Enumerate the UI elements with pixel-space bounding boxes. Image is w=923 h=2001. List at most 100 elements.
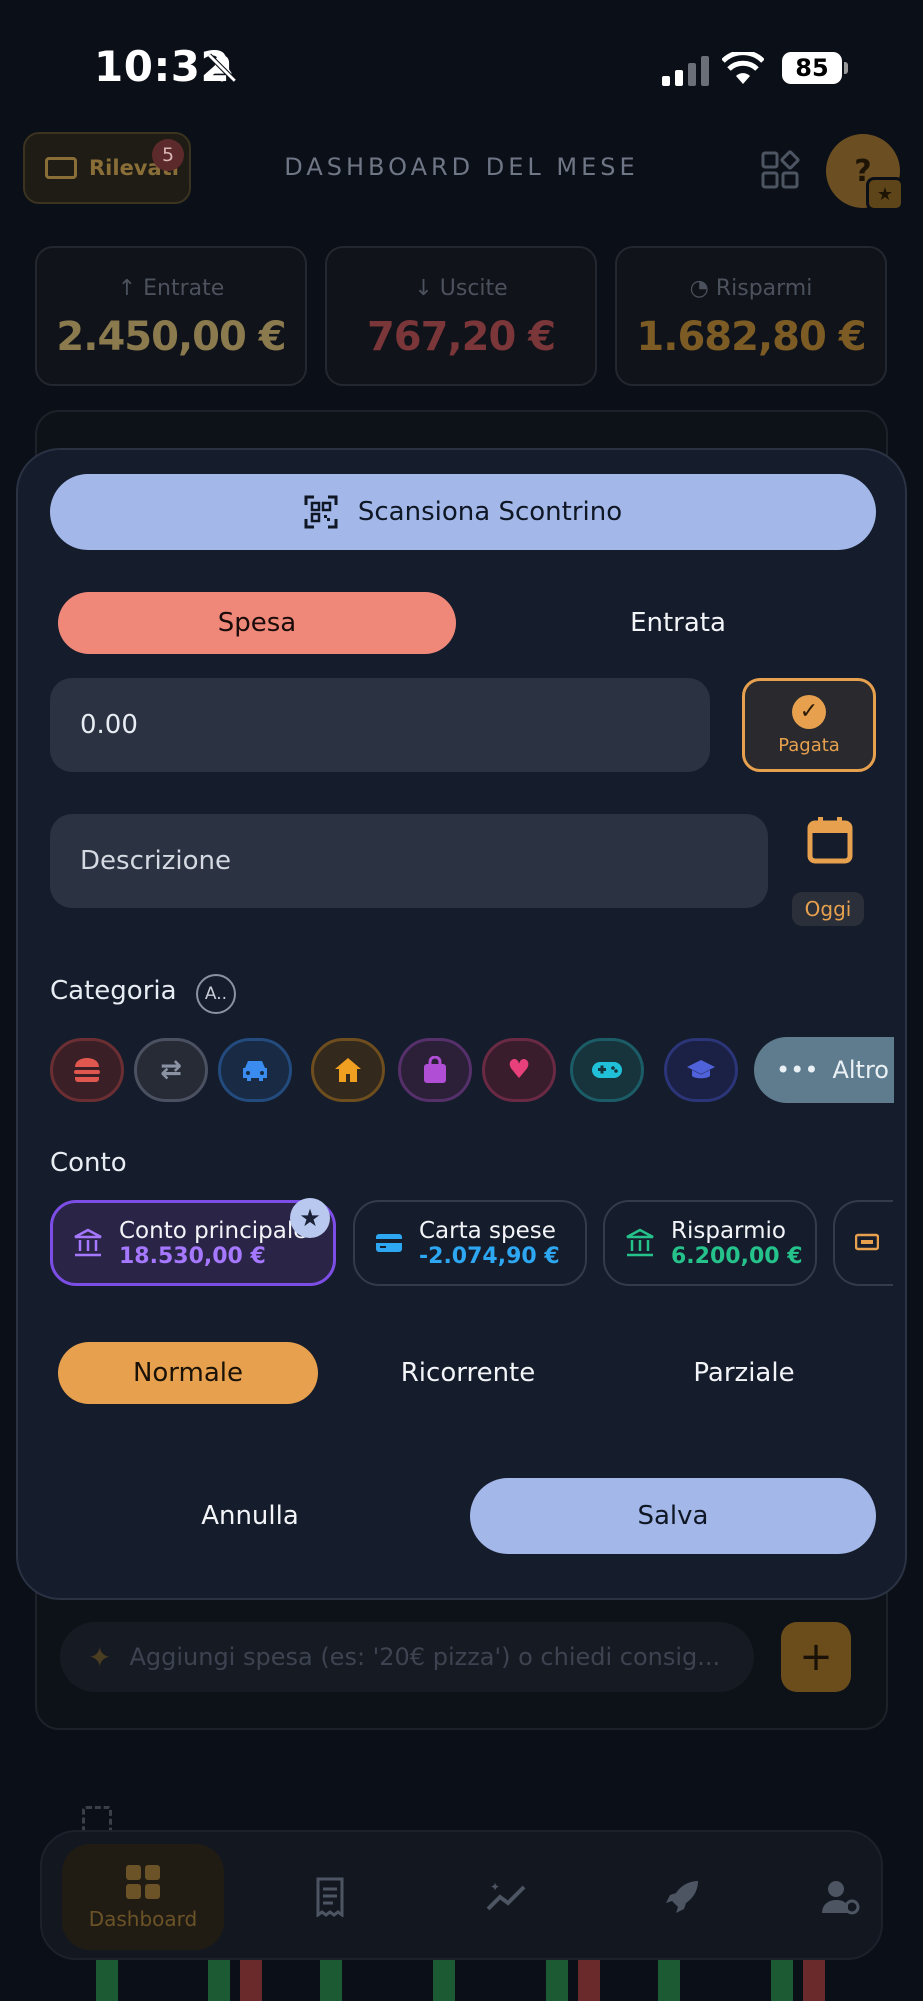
svg-text:✦: ✦	[490, 1880, 500, 1894]
status-bar: 10:32 85	[0, 0, 923, 130]
rocket-icon	[666, 1881, 698, 1913]
income-label: ↑ Entrate	[117, 276, 225, 301]
arrow-up-icon: ↑	[117, 276, 144, 301]
account-card-more[interactable]	[833, 1200, 893, 1286]
tab-expense[interactable]: Spesa	[58, 592, 456, 654]
magic-chart-icon: ✦	[486, 1880, 526, 1911]
qr-scan-icon	[304, 495, 338, 529]
expense-value: 767,20 €	[366, 314, 556, 360]
star-icon: ★	[866, 177, 904, 211]
add-transaction-modal: Scansiona Scontrino Spesa Entrata 0.00 ✓…	[16, 448, 907, 1600]
paid-toggle[interactable]: ✓ Pagata	[742, 678, 876, 772]
food-icon	[74, 1058, 100, 1082]
account-name: Carta spese	[419, 1217, 556, 1244]
user-settings-icon	[822, 1881, 860, 1915]
category-health[interactable]: ♥	[482, 1038, 556, 1102]
transfer-icon: ⇄	[160, 1055, 182, 1085]
mode-normal[interactable]: Normale	[58, 1342, 318, 1404]
card-icon	[376, 1234, 402, 1252]
nav-item-goals[interactable]	[642, 1832, 722, 1962]
description-input[interactable]: Descrizione	[50, 814, 768, 908]
dashboard-icon	[126, 1865, 160, 1899]
category-games[interactable]	[570, 1038, 644, 1102]
scan-receipt-label: Scansiona Scontrino	[357, 497, 623, 527]
favorite-star-icon: ★	[290, 1198, 330, 1238]
account-card-savings[interactable]: Risparmio 6.200,00 €	[603, 1200, 817, 1286]
savings-value: 1.682,80 €	[636, 314, 866, 360]
mode-partial[interactable]: Parziale	[614, 1342, 874, 1404]
add-expense-button[interactable]: +	[781, 1622, 851, 1692]
battery-indicator: 85	[782, 52, 848, 84]
nav-item-settings[interactable]	[812, 1832, 872, 1962]
scan-receipt-button[interactable]: Scansiona Scontrino	[50, 474, 876, 550]
category-transfer[interactable]: ⇄	[134, 1038, 208, 1102]
bank-icon	[626, 1228, 654, 1257]
account-balance: 18.530,00 €	[119, 1243, 266, 1269]
widgets-icon[interactable]	[760, 150, 800, 190]
category-car[interactable]	[218, 1038, 292, 1102]
category-shopping[interactable]	[398, 1038, 472, 1102]
more-categories-button[interactable]: ••• Altro	[754, 1037, 894, 1103]
more-dots-icon: •••	[776, 1056, 819, 1084]
mode-recurring[interactable]: Ricorrente	[338, 1342, 598, 1404]
ai-input-placeholder: Aggiungi spesa (es: '20€ pizza') o chied…	[129, 1643, 721, 1671]
category-home[interactable]	[311, 1038, 385, 1102]
bottom-nav: Dashboard ✦	[40, 1830, 883, 1960]
income-value: 2.450,00 €	[56, 314, 286, 360]
nav-item-insights[interactable]: ✦	[467, 1832, 547, 1962]
account-card-card[interactable]: Carta spese -2.074,90 €	[353, 1200, 587, 1286]
sparkle-icon: ✦	[88, 1640, 112, 1674]
home-icon	[335, 1058, 361, 1082]
savings-label: ◔ Risparmi	[689, 276, 813, 301]
bank-icon	[74, 1228, 102, 1257]
paid-label: Pagata	[778, 734, 840, 756]
chart-bar	[546, 1960, 568, 2001]
chart-bar	[578, 1960, 600, 2001]
check-icon: ✓	[792, 694, 826, 729]
account-section-label: Conto	[50, 1148, 127, 1178]
arrow-down-icon: ↓	[414, 276, 440, 301]
amount-input[interactable]: 0.00	[50, 678, 710, 772]
cancel-button[interactable]: Annulla	[50, 1478, 450, 1554]
expense-label: ↓ Uscite	[414, 276, 508, 301]
ai-expense-input[interactable]: ✦ Aggiungi spesa (es: '20€ pizza') o chi…	[60, 1622, 754, 1692]
chart-bar	[96, 1960, 118, 2001]
income-stat-card: ↑ Entrate 2.450,00 €	[35, 246, 307, 386]
savings-stat-card: ◔ Risparmi 1.682,80 €	[615, 246, 887, 386]
car-icon	[243, 1061, 267, 1081]
account-balance: 6.200,00 €	[671, 1243, 803, 1269]
more-categories-label: Altro	[832, 1056, 889, 1084]
today-button[interactable]: Oggi	[792, 892, 864, 926]
chart-bar	[771, 1960, 793, 2001]
chart-bar	[208, 1960, 230, 2001]
bell-off-icon	[207, 53, 237, 83]
account-name: Conto principale	[119, 1217, 308, 1244]
category-food[interactable]	[50, 1038, 124, 1102]
nav-item-transactions[interactable]	[292, 1832, 372, 1962]
expense-stat-card: ↓ Uscite 767,20 €	[325, 246, 597, 386]
tab-income[interactable]: Entrata	[478, 592, 878, 654]
health-icon: ♥	[507, 1055, 531, 1085]
nav-dashboard-label: Dashboard	[88, 1907, 198, 1931]
chart-bar	[320, 1960, 342, 2001]
save-button[interactable]: Salva	[470, 1478, 876, 1554]
signal-icon	[662, 56, 709, 86]
piggy-bank-icon: ◔	[689, 276, 716, 301]
chart-bar	[240, 1960, 262, 2001]
wifi-icon	[722, 52, 764, 84]
receipt-icon	[316, 1877, 344, 1917]
chart-bar	[658, 1960, 680, 2001]
calendar-icon[interactable]	[807, 816, 853, 864]
graduation-cap-icon	[687, 1060, 715, 1079]
shopping-bag-icon	[424, 1056, 446, 1083]
top-bar: Rilevati 5 DASHBOARD DEL MESE ? ★	[0, 125, 923, 235]
chart-bar	[433, 1960, 455, 2001]
sort-alpha-button[interactable]: A..	[196, 974, 236, 1014]
category-section-label: Categoria	[50, 976, 177, 1006]
cash-icon	[855, 1233, 879, 1251]
account-balance: -2.074,90 €	[419, 1243, 560, 1269]
category-education[interactable]	[664, 1038, 738, 1102]
account-name: Risparmio	[671, 1217, 786, 1244]
nav-dashboard-content[interactable]: Dashboard	[62, 1832, 224, 1962]
gamepad-icon	[592, 1062, 622, 1078]
